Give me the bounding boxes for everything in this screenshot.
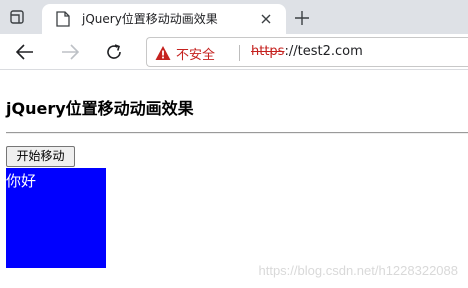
plus-icon[interactable] (292, 8, 312, 28)
tab-strip: jQuery位置移动动画效果 (0, 0, 468, 34)
page-content: jQuery位置移动动画效果 开始移动 你好 https://blog.csdn… (0, 71, 468, 288)
browser-tab[interactable]: jQuery位置移动动画效果 (42, 4, 286, 34)
address-bar[interactable]: 不安全 https://test2.com (146, 37, 468, 67)
animated-box: 你好 (6, 168, 106, 268)
security-status-label[interactable]: 不安全 (176, 44, 215, 63)
tab-title: jQuery位置移动动画效果 (82, 12, 218, 26)
browser-window: jQuery位置移动动画效果 不安全 https://test2.com jQu… (0, 0, 468, 288)
warning-icon (155, 45, 171, 61)
url-scheme: https (251, 44, 285, 59)
forward-arrow-icon[interactable] (59, 41, 81, 63)
horizontal-rule (6, 132, 468, 134)
tab-actions-icon[interactable] (6, 7, 28, 27)
address-divider (239, 45, 240, 61)
url-text[interactable]: https://test2.com (251, 44, 363, 59)
back-arrow-icon[interactable] (14, 41, 36, 63)
page-title: jQuery位置移动动画效果 (6, 99, 194, 118)
reload-icon[interactable] (103, 41, 125, 63)
browser-toolbar: 不安全 https://test2.com (0, 34, 468, 70)
close-icon[interactable] (258, 11, 274, 27)
watermark: https://blog.csdn.net/h1228322088 (258, 263, 459, 278)
start-move-button[interactable]: 开始移动 (6, 146, 75, 167)
url-host: ://test2.com (284, 44, 363, 59)
box-text: 你好 (6, 172, 37, 190)
page-favicon-icon (56, 11, 70, 27)
